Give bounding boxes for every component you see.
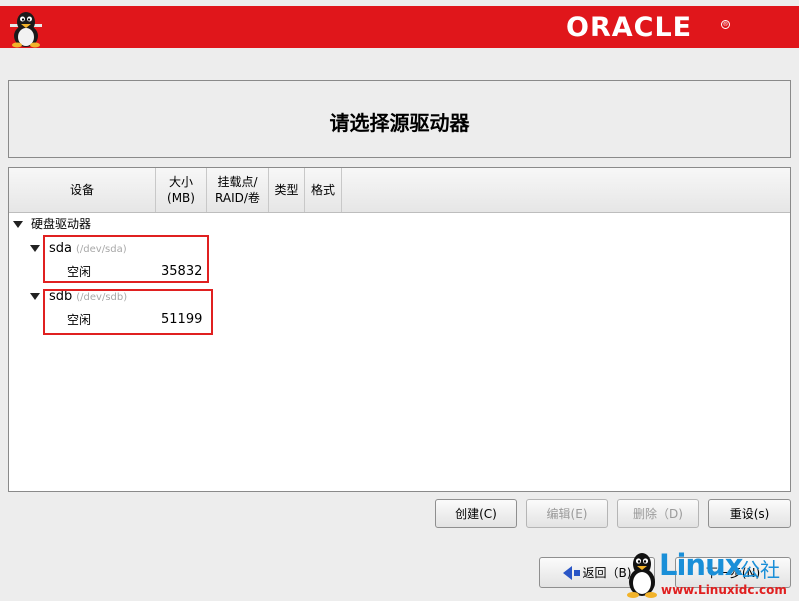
watermark-cn: 公社: [740, 558, 780, 582]
column-device[interactable]: 设备: [9, 168, 156, 212]
expander-down-icon[interactable]: [30, 293, 40, 300]
column-format[interactable]: 格式: [305, 168, 342, 212]
title-panel: 请选择源驱动器: [8, 80, 791, 158]
watermark-url: www.Linuxidc.com: [661, 583, 787, 597]
back-arrow-tail: [573, 569, 580, 576]
highlight-box: [43, 289, 213, 335]
group-label: 硬盘驱动器: [31, 217, 92, 231]
expander-down-icon[interactable]: [30, 245, 40, 252]
registered-mark: ®: [721, 20, 730, 29]
back-arrow-icon: [562, 565, 572, 580]
watermark-brand: Linux: [659, 548, 743, 582]
linuxidc-watermark: Linux 公社 www.Linuxidc.com: [625, 548, 799, 601]
drive-tree-view[interactable]: 设备 大小 (MB) 挂载点/ RAID/卷 类型 格式 硬盘驱动器 sda (/…: [8, 167, 791, 492]
table-header: 设备 大小 (MB) 挂载点/ RAID/卷 类型 格式: [9, 168, 790, 213]
tux-logo-icon: [10, 12, 42, 48]
column-type[interactable]: 类型: [269, 168, 305, 212]
reset-button[interactable]: 重设(s): [708, 499, 791, 528]
edit-button[interactable]: 编辑(E): [526, 499, 608, 528]
expander-down-icon[interactable]: [13, 221, 23, 228]
delete-button[interactable]: 删除（D): [617, 499, 699, 528]
tree-group-hard-drives[interactable]: 硬盘驱动器: [9, 213, 309, 235]
highlight-box: [43, 235, 209, 283]
tux-watermark-icon: [627, 553, 657, 598]
column-mount[interactable]: 挂载点/ RAID/卷: [207, 168, 269, 212]
create-button[interactable]: 创建(C): [435, 499, 517, 528]
top-banner: ORACLE ®: [0, 6, 799, 48]
page-title: 请选择源驱动器: [329, 111, 470, 135]
oracle-logo: ORACLE: [566, 12, 693, 43]
column-size[interactable]: 大小 (MB): [156, 168, 207, 212]
